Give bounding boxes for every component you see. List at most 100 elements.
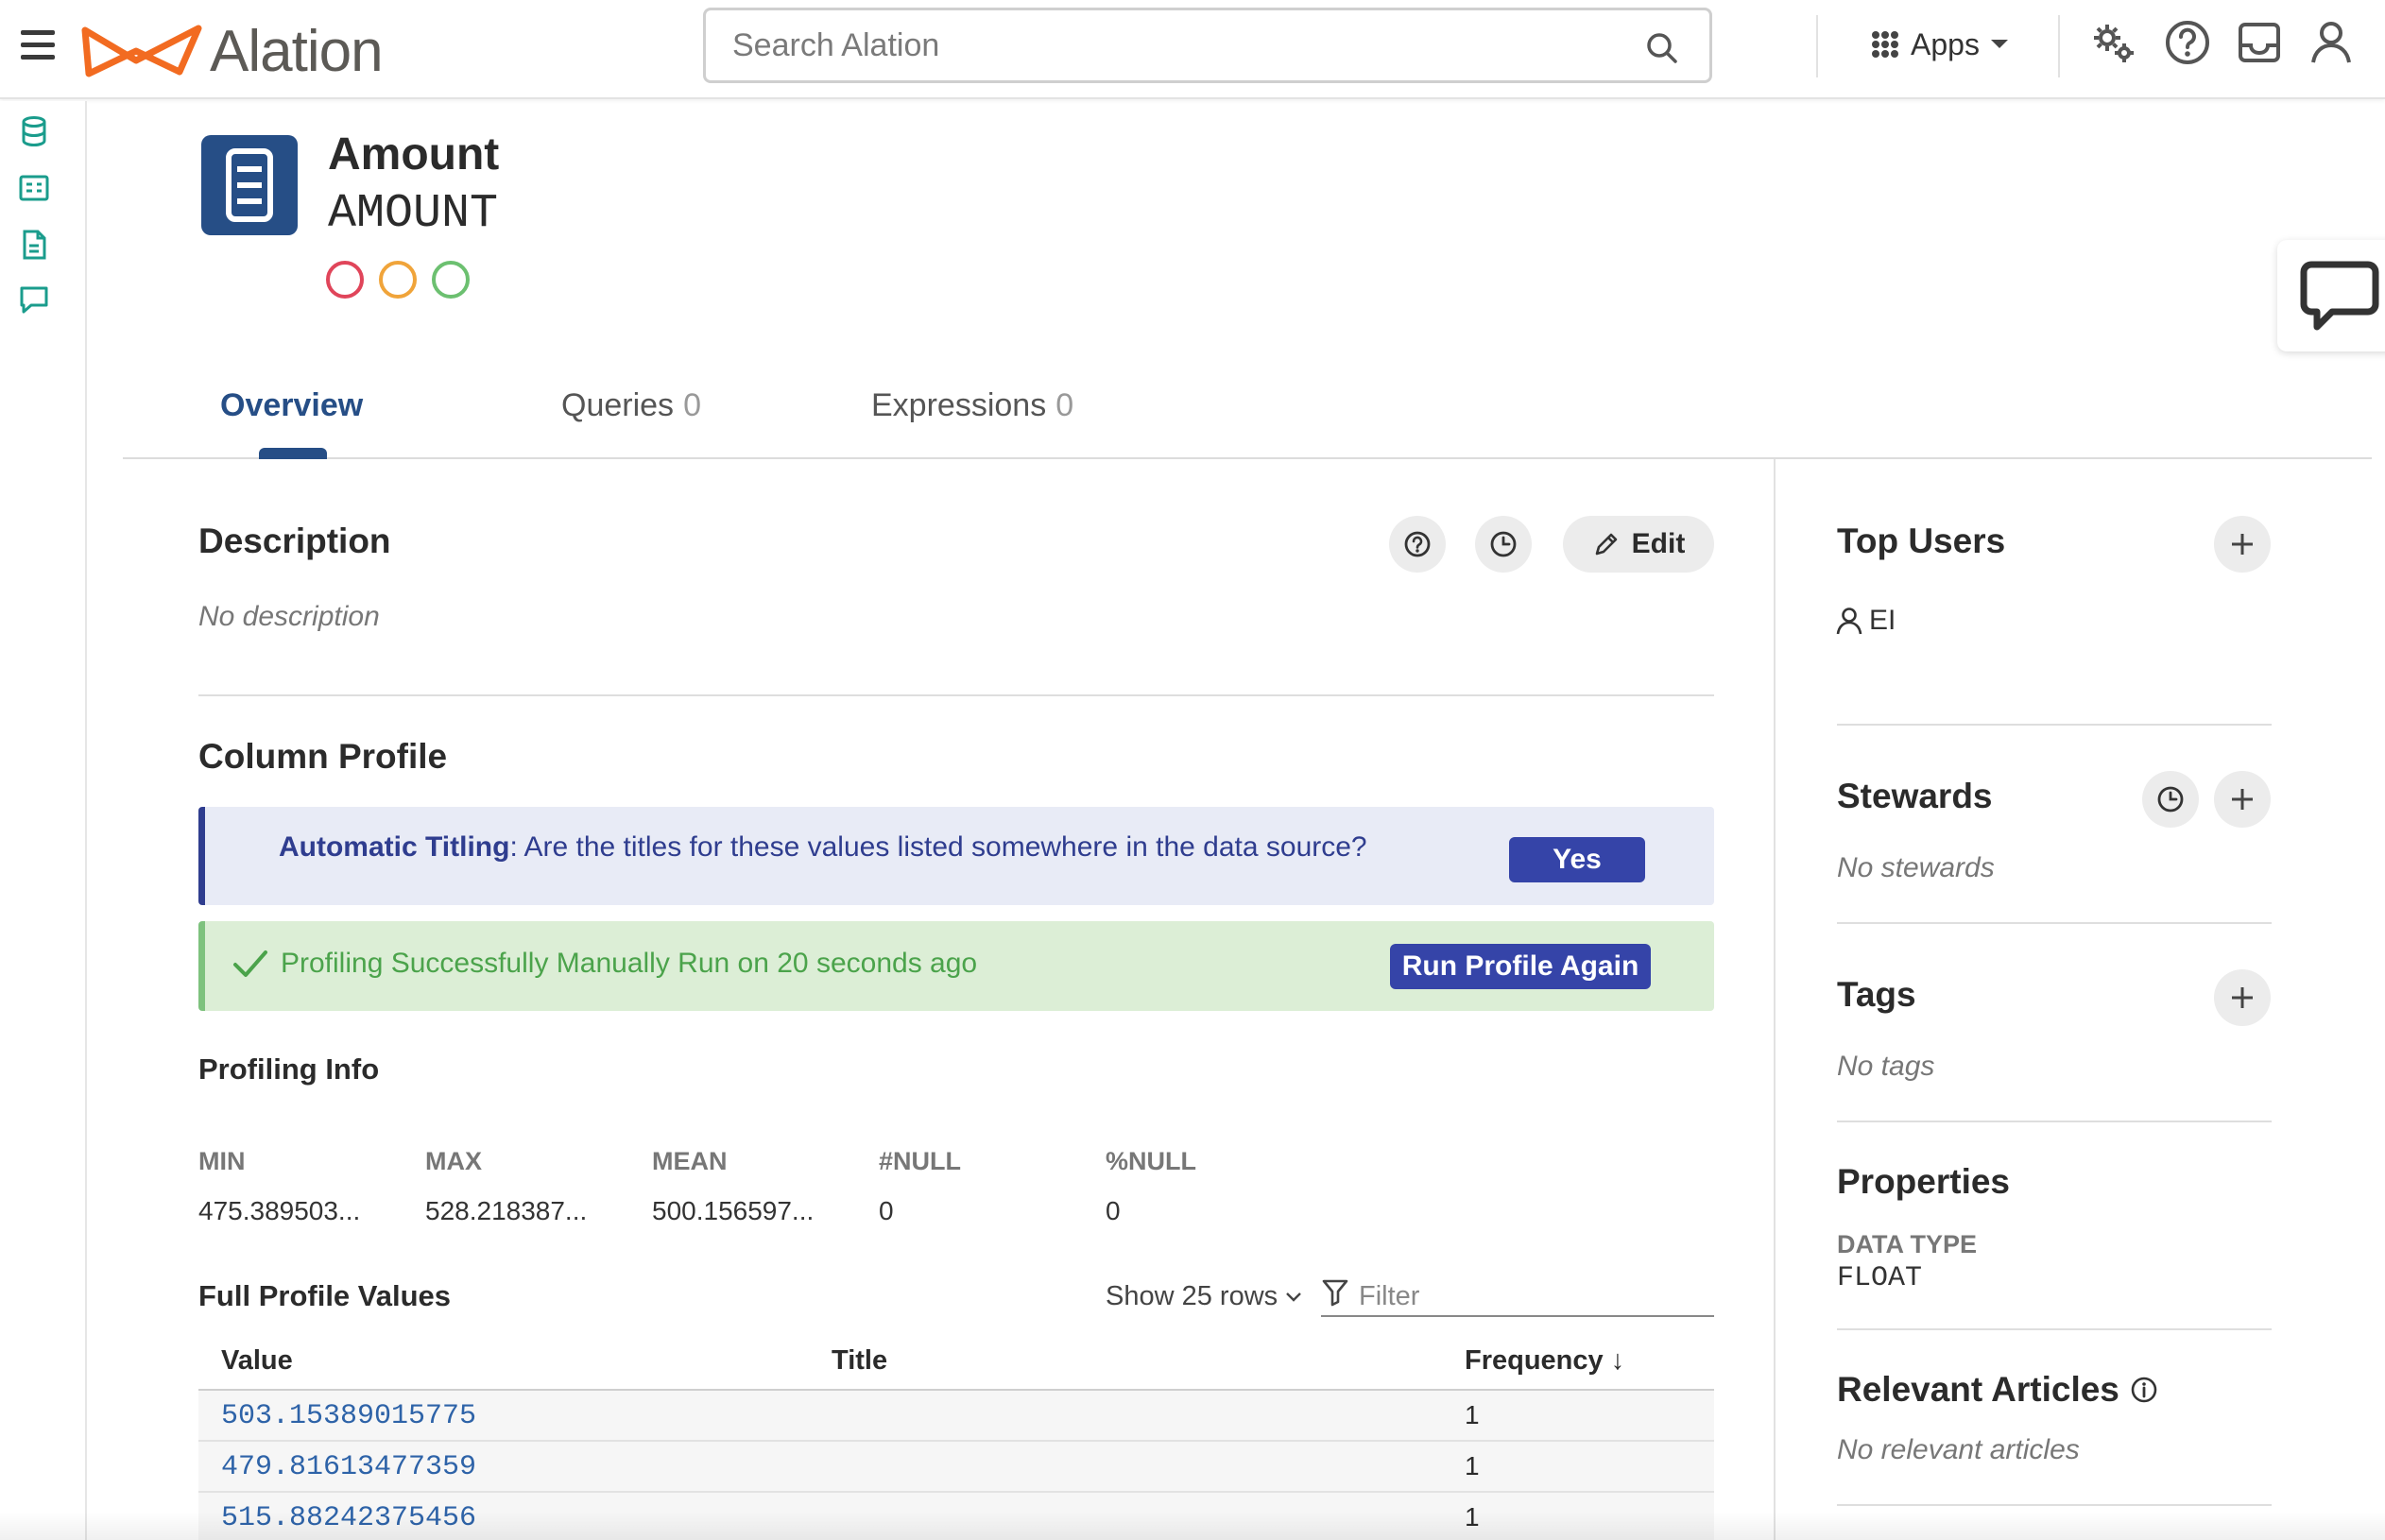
stewards-empty-text: No stewards bbox=[1837, 852, 1995, 883]
filter-box[interactable] bbox=[1321, 1274, 1714, 1317]
apps-menu-button[interactable]: Apps bbox=[1871, 23, 2010, 66]
run-profile-again-button[interactable]: Run Profile Again bbox=[1390, 944, 1651, 989]
tab-queries[interactable]: Queries 0 bbox=[561, 387, 701, 424]
filter-funnel-icon bbox=[1322, 1279, 1348, 1307]
global-search-box[interactable] bbox=[703, 8, 1712, 83]
catalog-list-icon[interactable] bbox=[17, 171, 51, 205]
chevron-down-icon bbox=[1286, 1292, 1302, 1302]
trust-flags bbox=[326, 261, 470, 299]
column-header-frequency[interactable]: Frequency ↓ bbox=[1465, 1345, 1624, 1377]
stat-mean-label: MEAN bbox=[652, 1147, 728, 1175]
search-icon[interactable] bbox=[1643, 29, 1681, 67]
automatic-titling-banner: Automatic Titling: Are the titles for th… bbox=[198, 807, 1714, 905]
top-user-item[interactable]: EI bbox=[1835, 605, 1896, 637]
column-divider bbox=[1774, 459, 1776, 1540]
properties-heading: Properties bbox=[1837, 1162, 2011, 1201]
tab-label: Expressions bbox=[871, 387, 1047, 423]
clock-history-icon bbox=[1490, 531, 1517, 557]
full-profile-values-heading: Full Profile Values bbox=[198, 1279, 452, 1312]
stat-min-value: 475.389503... bbox=[198, 1196, 361, 1225]
description-help-button[interactable] bbox=[1389, 516, 1446, 573]
table-header-row: Value Title Frequency ↓ bbox=[198, 1338, 1714, 1391]
stat-null-percent-label: %NULL bbox=[1106, 1147, 1196, 1175]
tags-empty-text: No tags bbox=[1837, 1051, 1935, 1082]
description-heading: Description bbox=[198, 522, 391, 560]
profiling-info-heading: Profiling Info bbox=[198, 1052, 380, 1086]
sidebar-divider bbox=[1837, 1328, 2272, 1330]
top-navigation-bar: Alation Apps bbox=[0, 0, 2385, 99]
tags-heading: Tags bbox=[1837, 975, 1916, 1014]
conversation-panel-button[interactable] bbox=[2277, 240, 2385, 351]
automatic-titling-question: : Are the titles for these values listed… bbox=[509, 831, 1367, 863]
profiling-status-banner: Profiling Successfully Manually Run on 2… bbox=[198, 921, 1714, 1011]
search-input[interactable] bbox=[732, 24, 1583, 67]
row-value-link[interactable]: 479.81613477359 bbox=[221, 1451, 476, 1483]
tab-bar: Overview Queries 0 Expressions 0 bbox=[123, 376, 2372, 459]
header-divider bbox=[2058, 15, 2060, 77]
stat-max-value: 528.218387... bbox=[425, 1196, 588, 1225]
description-history-button[interactable] bbox=[1475, 516, 1532, 573]
inbox-icon[interactable] bbox=[2234, 17, 2285, 68]
table-row: 515.88242375456 1 bbox=[198, 1493, 1714, 1540]
row-frequency: 1 bbox=[1465, 1451, 1480, 1480]
left-navigation-rail bbox=[0, 101, 87, 1540]
tab-overview[interactable]: Overview bbox=[220, 387, 363, 424]
filter-input[interactable] bbox=[1359, 1277, 1708, 1315]
logo-text: Alation bbox=[210, 18, 384, 84]
active-tab-indicator bbox=[259, 448, 327, 459]
sidebar-divider bbox=[1837, 1504, 2272, 1506]
profiling-status-text: Profiling Successfully Manually Run on 2… bbox=[281, 948, 978, 979]
apps-grid-icon bbox=[1872, 31, 1898, 58]
user-profile-icon[interactable] bbox=[2306, 17, 2357, 68]
stewards-history-button[interactable] bbox=[2142, 771, 2199, 828]
help-question-icon[interactable] bbox=[2162, 17, 2213, 68]
deprecation-flag[interactable] bbox=[326, 261, 364, 299]
header-divider bbox=[1816, 15, 1818, 77]
row-value-link[interactable]: 515.88242375456 bbox=[221, 1502, 476, 1534]
rows-per-page-select[interactable]: Show 25 rows bbox=[1106, 1281, 1302, 1312]
top-user-name: EI bbox=[1869, 605, 1896, 636]
chat-bubble-icon bbox=[2300, 261, 2379, 331]
conversation-icon[interactable] bbox=[17, 282, 51, 317]
info-icon[interactable] bbox=[2129, 1375, 2159, 1405]
add-top-user-button[interactable] bbox=[2214, 516, 2271, 573]
tab-label: Queries bbox=[561, 387, 675, 423]
endorsement-flag[interactable] bbox=[432, 261, 470, 299]
hamburger-menu-icon[interactable] bbox=[17, 26, 59, 64]
document-icon[interactable] bbox=[17, 228, 51, 262]
tab-label: Overview bbox=[220, 387, 364, 423]
tab-expressions[interactable]: Expressions 0 bbox=[871, 387, 1073, 424]
stat-max-label: MAX bbox=[425, 1147, 482, 1175]
stat-null-count-value: 0 bbox=[879, 1196, 894, 1225]
clock-history-icon bbox=[2157, 786, 2184, 813]
column-header-value[interactable]: Value bbox=[221, 1345, 293, 1377]
data-type-value: FLOAT bbox=[1837, 1262, 1923, 1294]
description-empty-text: No description bbox=[198, 601, 380, 632]
plus-icon bbox=[2232, 987, 2253, 1008]
caret-down-icon bbox=[1990, 40, 2008, 48]
rows-per-page-label: Show 25 rows bbox=[1106, 1281, 1278, 1311]
database-icon[interactable] bbox=[17, 114, 51, 148]
edit-description-button[interactable]: Edit bbox=[1563, 516, 1714, 573]
tab-count: 0 bbox=[1055, 387, 1074, 423]
row-value-link[interactable]: 503.15389015775 bbox=[221, 1400, 476, 1432]
relevant-articles-heading: Relevant Articles bbox=[1837, 1370, 2119, 1409]
data-type-label: DATA TYPE bbox=[1837, 1230, 1977, 1258]
settings-gears-icon[interactable] bbox=[2088, 17, 2139, 68]
sidebar-divider bbox=[1837, 724, 2272, 726]
warning-flag[interactable] bbox=[379, 261, 417, 299]
column-profile-heading: Column Profile bbox=[198, 737, 448, 776]
tab-count: 0 bbox=[683, 387, 701, 423]
alation-logo[interactable]: Alation bbox=[81, 13, 384, 89]
plus-icon bbox=[2232, 534, 2253, 555]
auto-titling-yes-button[interactable]: Yes bbox=[1509, 837, 1645, 882]
top-users-heading: Top Users bbox=[1837, 522, 2006, 560]
add-steward-button[interactable] bbox=[2214, 771, 2271, 828]
relevant-articles-empty-text: No relevant articles bbox=[1837, 1434, 2080, 1465]
apps-label: Apps bbox=[1911, 26, 1980, 61]
column-object-icon bbox=[201, 135, 298, 235]
column-header-title[interactable]: Title bbox=[832, 1345, 887, 1377]
object-title: Amount bbox=[328, 129, 500, 180]
add-tag-button[interactable] bbox=[2214, 969, 2271, 1026]
checkmark-icon bbox=[233, 950, 267, 977]
